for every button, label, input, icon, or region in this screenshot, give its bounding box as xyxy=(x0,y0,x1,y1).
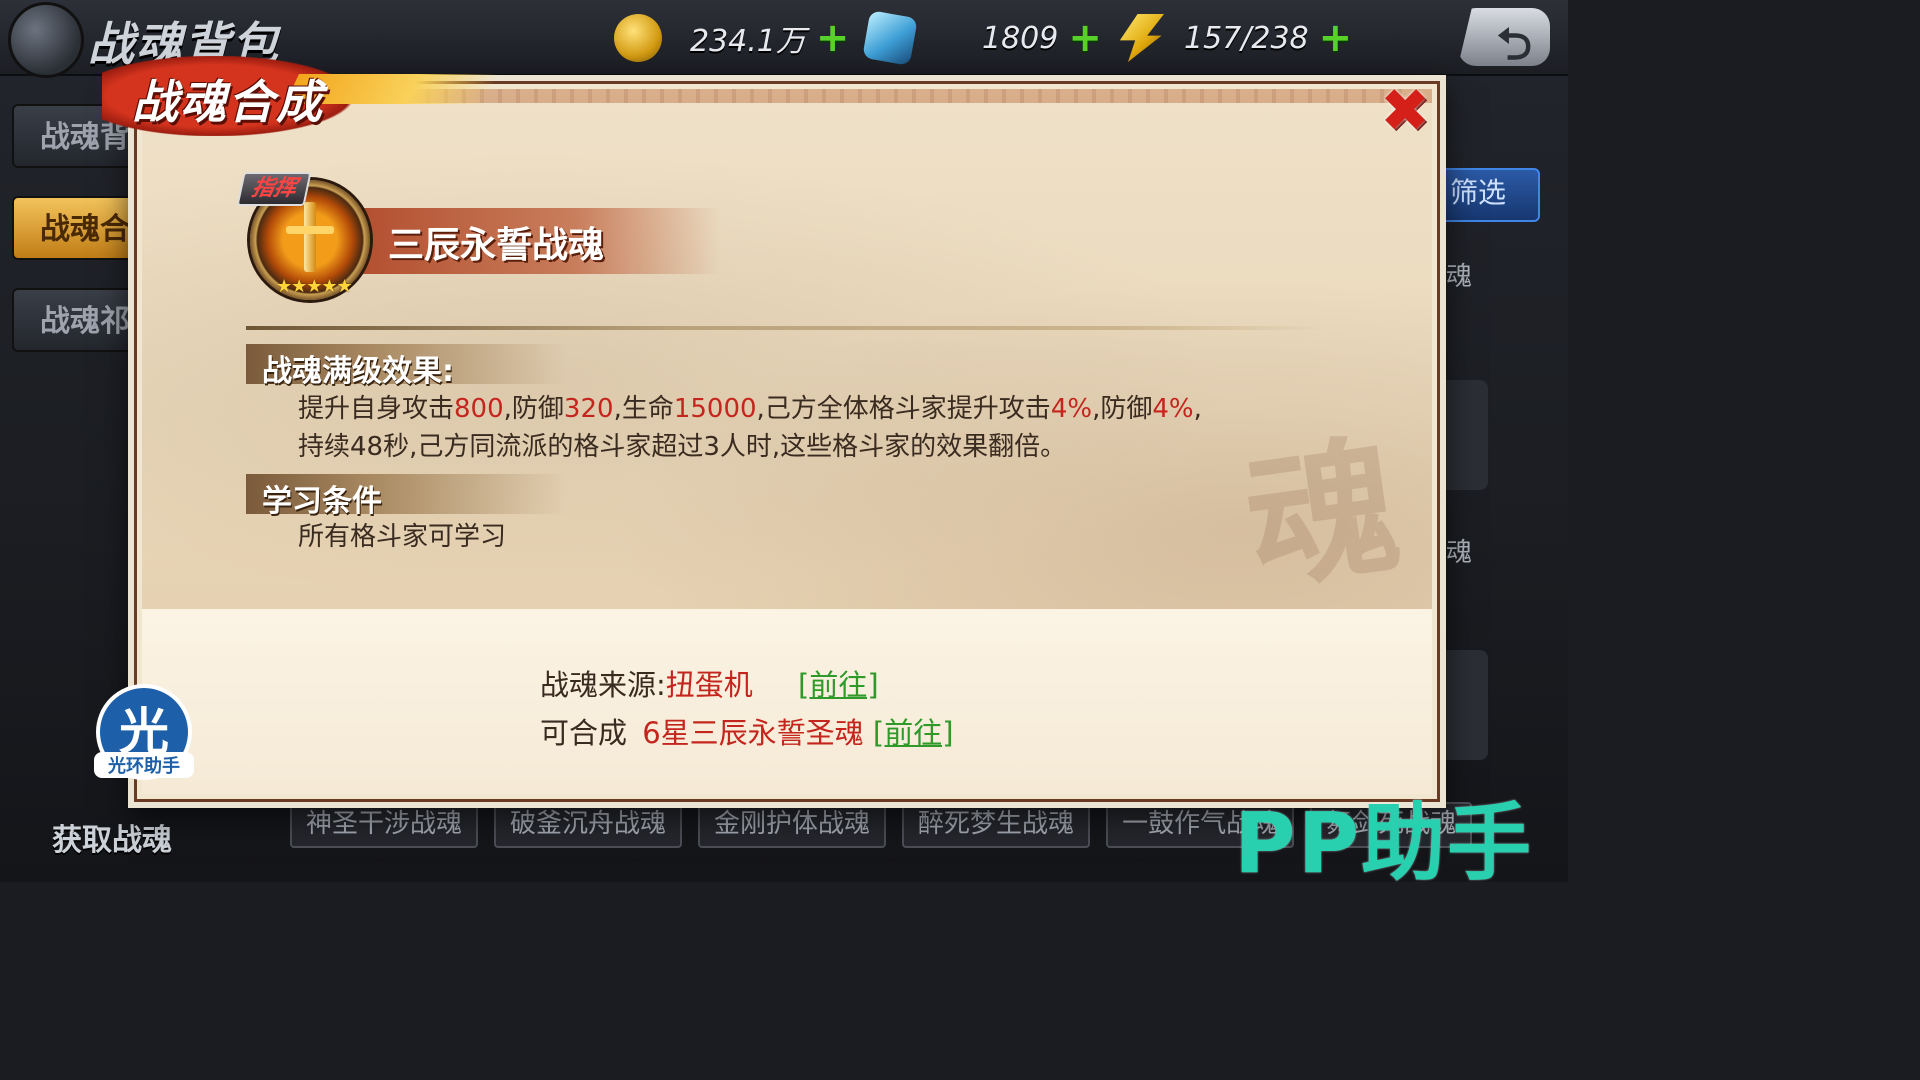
effect-text: ,防御 xyxy=(1092,394,1153,424)
dialog-title: 战魂合成 xyxy=(132,75,324,129)
globe-icon xyxy=(8,2,84,78)
soul-tag[interactable]: 神圣干涉战魂 xyxy=(290,802,479,848)
effect-text: 提升自身攻击 xyxy=(298,394,455,424)
lightning-icon xyxy=(1119,14,1164,62)
sword-guard xyxy=(286,226,334,234)
star-rating: ★★★★★ xyxy=(276,276,353,297)
back-button[interactable]: ⮌ xyxy=(1458,8,1550,66)
gem-icon xyxy=(862,10,918,66)
synth-value: 6星三辰永誓圣魂 xyxy=(642,716,864,750)
effect-text: , xyxy=(1193,394,1202,424)
coin-resource: 234.1万 + xyxy=(614,10,849,66)
right-slot-label: 魂 xyxy=(1446,262,1473,292)
source-goto-link[interactable]: [前往] xyxy=(798,668,879,702)
soul-name: 三辰永誓战魂 xyxy=(388,225,605,266)
pp-assistant-watermark: PP助手 xyxy=(1234,794,1534,892)
source-value: 扭蛋机 xyxy=(665,668,753,702)
effect-line-2: 持续48秒,己方同流派的格斗家超过3人时,这些格斗家的效果翻倍。 xyxy=(298,432,1067,462)
add-energy-button[interactable]: + xyxy=(1319,18,1353,58)
gem-resource: 1809 + xyxy=(862,10,1102,66)
effect-text: ,己方全体格斗家提升攻击 xyxy=(756,394,1051,424)
section-header-max-effect: 战魂满级效果: xyxy=(246,344,566,389)
section-title: 战魂满级效果: xyxy=(262,354,454,389)
add-coins-button[interactable]: + xyxy=(816,18,850,58)
energy-resource: 157/238 + xyxy=(1116,10,1352,66)
learn-condition-text: 所有格斗家可学习 xyxy=(298,522,507,552)
coin-icon xyxy=(614,14,662,62)
soul-tag[interactable]: 金刚护体战魂 xyxy=(698,802,887,848)
hp-value: 15000 xyxy=(673,394,757,424)
effect-text: ,防御 xyxy=(503,394,564,424)
effect-text: ,生命 xyxy=(613,394,674,424)
synth-label: 可合成 xyxy=(540,716,628,750)
back-arrow-icon: ⮌ xyxy=(1496,19,1532,70)
right-slot[interactable] xyxy=(1440,650,1488,760)
soul-tag[interactable]: 醉死梦生战魂 xyxy=(902,802,1091,848)
filter-button[interactable]: 筛选 xyxy=(1440,168,1540,222)
soul-tag[interactable]: 破釜沉舟战魂 xyxy=(494,802,683,848)
dialog-header: 战魂合成 xyxy=(92,56,499,136)
close-icon: ✖ xyxy=(1380,76,1431,146)
synth-goto-link[interactable]: [前往] xyxy=(873,716,954,750)
soul-category-tag: 指挥 xyxy=(236,172,312,206)
soul-watermark-glyph: 魂 xyxy=(1236,417,1410,613)
section-header-learn-condition: 学习条件 xyxy=(246,474,566,519)
energy-value: 157/238 xyxy=(1184,20,1309,56)
synth-line: 可合成 6星三辰永誓圣魂 [前往] xyxy=(540,710,954,752)
right-slot-label: 魂 xyxy=(1446,538,1473,568)
halo-assistant-logo: 光 光环助手 xyxy=(94,684,194,780)
source-label: 战魂来源: xyxy=(540,668,666,702)
team-defense-pct: 4% xyxy=(1152,394,1194,424)
attack-value: 800 xyxy=(454,394,504,424)
logo-text: 光环助手 xyxy=(94,752,194,778)
effect-line-1: 提升自身攻击800,防御320,生命15000,己方全体格斗家提升攻击4%,防御… xyxy=(298,390,1202,428)
section-title: 学习条件 xyxy=(262,484,382,519)
divider xyxy=(246,326,1328,330)
close-button[interactable]: ✖ xyxy=(1380,76,1436,146)
gem-value: 1809 xyxy=(982,20,1059,56)
add-gems-button[interactable]: + xyxy=(1068,18,1102,58)
get-soul-button[interactable]: 获取战魂 xyxy=(52,815,172,859)
coin-value: 234.1万 xyxy=(690,24,806,59)
soul-source-line: 战魂来源:扭蛋机 [前往] xyxy=(540,662,879,704)
right-slot[interactable] xyxy=(1440,380,1488,490)
defense-value: 320 xyxy=(563,394,614,424)
sword-icon xyxy=(304,202,316,272)
team-attack-pct: 4% xyxy=(1050,394,1093,424)
